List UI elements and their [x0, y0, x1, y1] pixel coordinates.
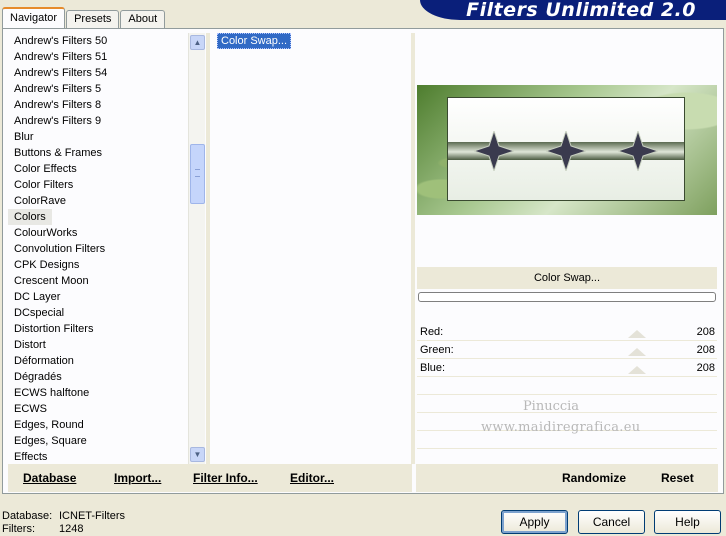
category-item[interactable]: Andrew's Filters 54	[8, 65, 190, 81]
slider-thumb[interactable]	[627, 366, 646, 374]
category-item[interactable]: Distortion Filters	[8, 321, 190, 337]
filter-info-button[interactable]: Filter Info...	[193, 471, 258, 485]
slider-label: Blue:	[420, 362, 446, 374]
slider-panel: Red: 208 Green: 208 Blue: 208	[417, 323, 717, 467]
slider-value: 208	[696, 362, 715, 374]
filter-list[interactable]: Color Swap...	[217, 33, 409, 49]
grip-icon	[195, 169, 200, 177]
category-item[interactable]: Andrew's Filters 50	[8, 33, 190, 49]
category-item[interactable]: ECWS halftone	[8, 385, 190, 401]
category-scrollbar[interactable]: ▲ ▼	[188, 33, 205, 464]
cancel-button[interactable]: Cancel	[578, 510, 645, 534]
watermark-name: Pinuccia	[522, 399, 580, 414]
category-item[interactable]: Edges, Square	[8, 433, 190, 449]
tab-navigator[interactable]: Navigator	[2, 7, 66, 29]
slider-track[interactable]	[493, 366, 669, 374]
category-item[interactable]: ColourWorks	[8, 225, 190, 241]
category-item[interactable]: DCspecial	[8, 305, 190, 321]
preview-toolbar: Randomize Reset	[416, 464, 718, 492]
watermark: Pinuccia www.maidiregrafica.eu	[481, 399, 641, 435]
splitter[interactable]	[411, 33, 415, 464]
filters-label: Filters:	[2, 523, 35, 535]
category-item[interactable]: Effects	[8, 449, 190, 464]
title-banner: Filters Unlimited 2.0	[420, 0, 726, 21]
app-title: Filters Unlimited 2.0	[466, 0, 696, 21]
help-button[interactable]: Help	[654, 510, 721, 534]
splitter[interactable]	[206, 33, 210, 464]
randomize-button[interactable]: Randomize	[562, 471, 626, 485]
category-item[interactable]: Andrew's Filters 8	[8, 97, 190, 113]
category-item[interactable]: Blur	[8, 129, 190, 145]
star-shape	[474, 131, 514, 171]
slider-track[interactable]	[493, 348, 669, 356]
star-shape	[546, 131, 586, 171]
preview-image	[417, 85, 717, 215]
slider-row: Green: 208	[417, 341, 717, 359]
category-item[interactable]: CPK Designs	[8, 257, 190, 273]
category-item[interactable]: ECWS	[8, 401, 190, 417]
filter-item[interactable]: Color Swap...	[217, 33, 292, 49]
reset-button[interactable]: Reset	[661, 471, 694, 485]
database-label: Database:	[2, 510, 53, 522]
preview-frame	[447, 97, 685, 201]
category-item[interactable]: Andrew's Filters 9	[8, 113, 190, 129]
category-item[interactable]: Color Effects	[8, 161, 190, 177]
progress-bar	[418, 292, 716, 302]
tab-bar: Navigator Presets About	[2, 7, 166, 29]
category-item[interactable]: Convolution Filters	[8, 241, 190, 257]
slider-row: Red: 208	[417, 323, 717, 341]
empty-slider-row	[417, 377, 717, 395]
database-button[interactable]: Database	[23, 471, 76, 485]
category-item[interactable]: Edges, Round	[8, 417, 190, 433]
database-value: ICNET-Filters	[59, 510, 125, 522]
editor-button[interactable]: Editor...	[290, 471, 334, 485]
slider-value: 208	[696, 326, 715, 338]
slider-row: Blue: 208	[417, 359, 717, 377]
category-item[interactable]: Andrew's Filters 5	[8, 81, 190, 97]
navigator-toolbar: Database Import... Filter Info... Editor…	[8, 464, 412, 492]
navigator-panel: Andrew's Filters 50 Andrew's Filters 51 An…	[2, 28, 724, 494]
scroll-thumb[interactable]	[190, 144, 205, 204]
tab-presets[interactable]: Presets	[66, 10, 120, 29]
slider-value: 208	[696, 344, 715, 356]
category-item[interactable]: Dégradés	[8, 369, 190, 385]
database-info: Database: ICNET-Filters Filters: 1248	[2, 510, 125, 536]
category-item[interactable]: Color Filters	[8, 177, 190, 193]
category-item[interactable]: ColorRave	[8, 193, 190, 209]
filters-value: 1248	[59, 523, 84, 535]
tab-about[interactable]: About	[120, 10, 166, 29]
category-list[interactable]: Andrew's Filters 50 Andrew's Filters 51 An…	[8, 33, 190, 464]
slider-label: Red:	[420, 326, 444, 338]
scroll-up-icon[interactable]: ▲	[190, 35, 205, 50]
import-button[interactable]: Import...	[114, 471, 161, 485]
slider-thumb[interactable]	[627, 330, 646, 338]
scroll-down-icon[interactable]: ▼	[190, 447, 205, 462]
slider-label: Green:	[420, 344, 454, 356]
category-item[interactable]: DC Layer	[8, 289, 190, 305]
category-item[interactable]: Andrew's Filters 51	[8, 49, 190, 65]
watermark-url: www.maidiregrafica.eu	[481, 420, 641, 435]
category-item[interactable]: Buttons & Frames	[8, 145, 190, 161]
slider-thumb[interactable]	[627, 348, 646, 356]
category-item[interactable]: Déformation	[8, 353, 190, 369]
preview-filter-title: Color Swap...	[417, 267, 717, 289]
category-item[interactable]: Distort	[8, 337, 190, 353]
category-item[interactable]: Crescent Moon	[8, 273, 190, 289]
apply-button[interactable]: Apply	[501, 510, 568, 534]
slider-track[interactable]	[493, 330, 669, 338]
category-item[interactable]: Colors	[8, 209, 190, 225]
star-shape	[618, 131, 658, 171]
